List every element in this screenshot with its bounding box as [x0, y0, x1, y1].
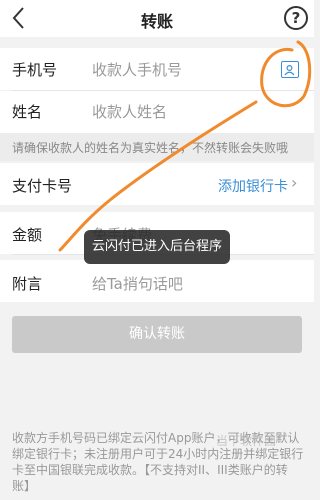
- add-bank-card-link[interactable]: 添加银行卡: [218, 176, 288, 196]
- name-label: 姓名: [12, 103, 43, 121]
- help-icon[interactable]: ?: [284, 6, 308, 30]
- note-label: 附言: [12, 275, 43, 293]
- phone-row: 手机号 收款人手机号: [0, 48, 314, 90]
- name-input[interactable]: 收款人姓名: [92, 101, 167, 122]
- note-row: 附言 给Ta捎句话吧: [0, 260, 314, 302]
- name-hint: 请确保收款人的姓名为真实姓名，不然转账会失败哦: [12, 141, 289, 155]
- phone-label: 手机号: [12, 61, 58, 79]
- confirm-transfer-button[interactable]: 确认转账: [12, 316, 302, 353]
- watermark: 当下软件园: [216, 434, 277, 448]
- amount-label: 金额: [12, 226, 43, 244]
- chevron-right-icon: ›: [291, 173, 298, 192]
- name-hint-bar: 请确保收款人的姓名为真实姓名，不然转账会失败哦: [0, 133, 314, 161]
- phone-input[interactable]: 收款人手机号: [92, 59, 182, 80]
- page-title: 转账: [140, 12, 173, 31]
- card-row[interactable]: 支付卡号 添加银行卡 ›: [0, 163, 314, 205]
- toast-message: 云闪付已进入后台程序: [84, 230, 230, 264]
- top-bar: 转账 ?: [0, 0, 314, 37]
- contact-book-icon[interactable]: [281, 61, 299, 78]
- name-row: 姓名 收款人姓名: [0, 91, 314, 133]
- note-input[interactable]: 给Ta捎句话吧: [92, 273, 183, 294]
- card-label: 支付卡号: [12, 177, 73, 195]
